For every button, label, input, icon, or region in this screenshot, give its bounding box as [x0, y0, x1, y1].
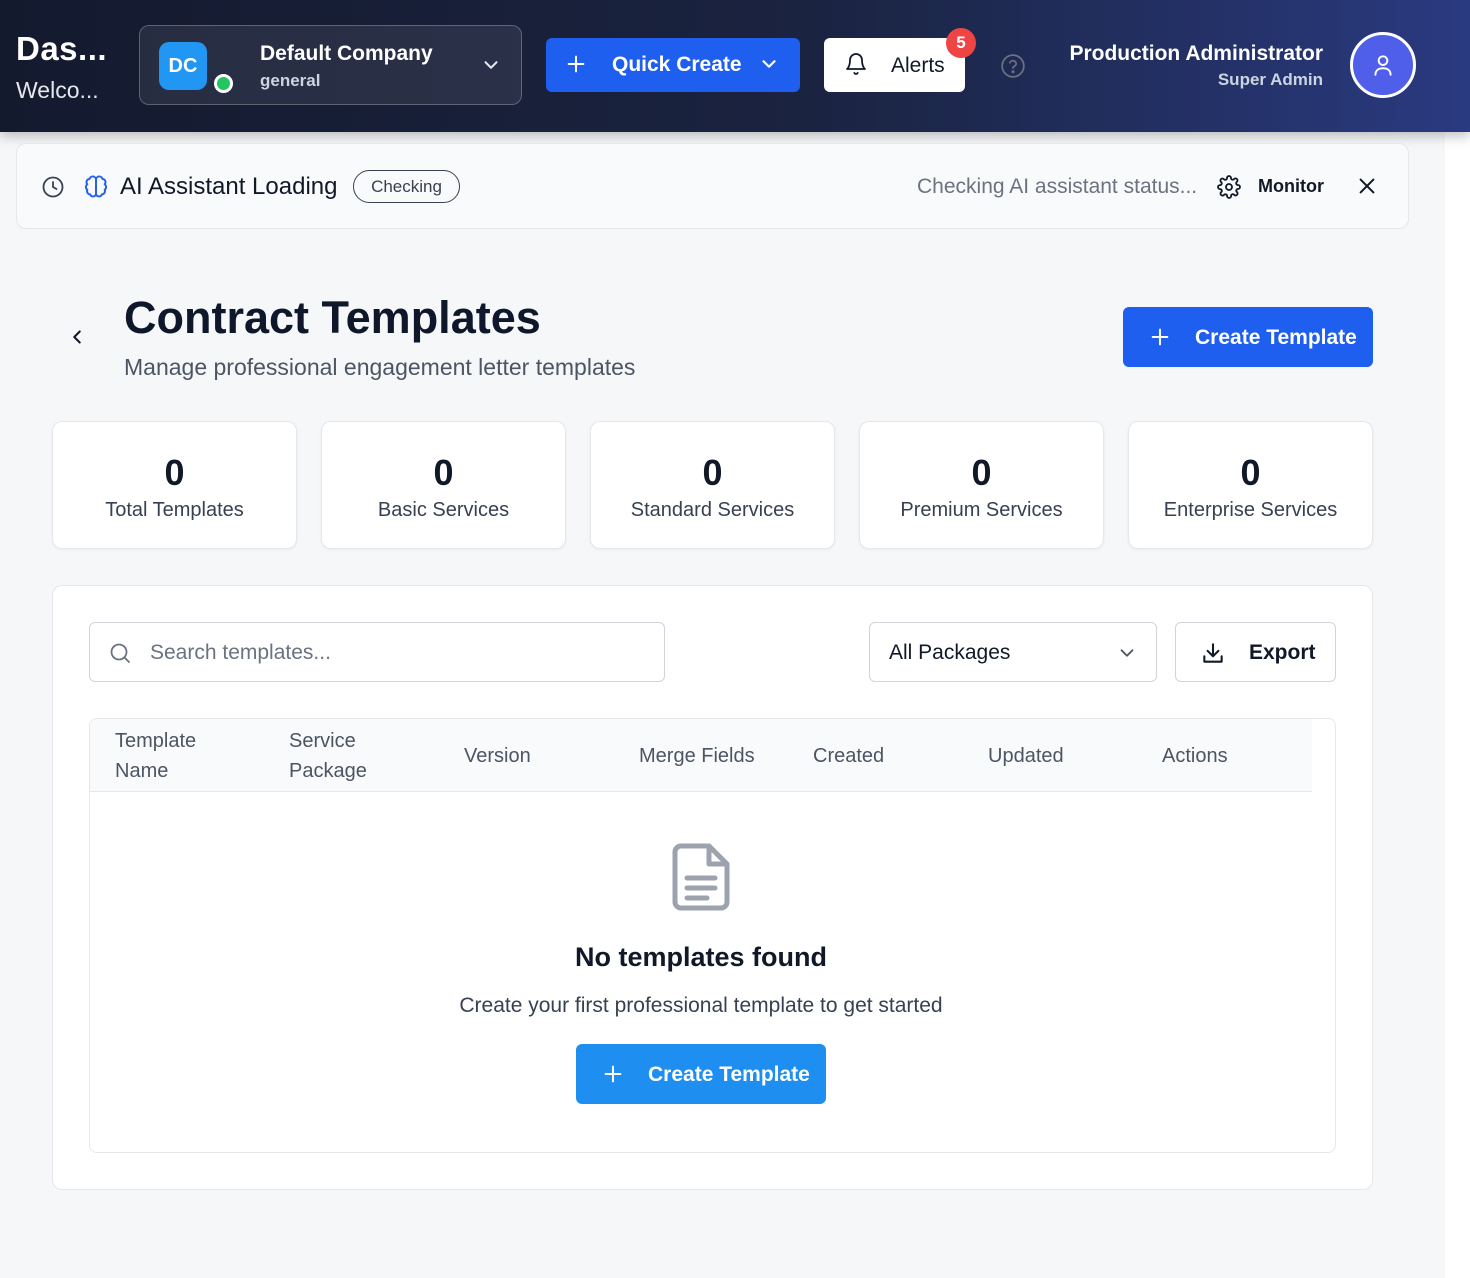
- ai-status-bar: AI Assistant Loading Checking Checking A…: [16, 143, 1409, 229]
- stat-card-standard: 0 Standard Services: [590, 421, 835, 549]
- ai-status-message: Checking AI assistant status...: [917, 175, 1198, 198]
- column-header-text: Package: [289, 760, 367, 782]
- user-name: Production Administrator: [1069, 42, 1323, 65]
- stat-label: Total Templates: [105, 499, 244, 521]
- clock-icon: [42, 176, 64, 198]
- package-filter-select[interactable]: All Packages: [869, 622, 1157, 682]
- stat-label: Standard Services: [630, 499, 795, 521]
- chevron-down-icon: [1120, 649, 1134, 657]
- export-label: Export: [1249, 641, 1316, 664]
- top-header: Das... Welco... DC Default Company gener…: [0, 0, 1470, 132]
- alerts-button[interactable]: Alerts: [824, 38, 965, 92]
- column-header-version[interactable]: Version: [464, 741, 531, 771]
- chevron-down-icon: [762, 60, 776, 68]
- user-icon: [1374, 55, 1392, 76]
- create-template-empty-label: Create Template: [648, 1063, 810, 1086]
- stat-value: 0: [702, 452, 723, 493]
- table-header: Template Name Service Package Version Me…: [90, 719, 1312, 792]
- search-input[interactable]: [150, 635, 650, 671]
- column-header-merge-fields[interactable]: Merge Fields: [639, 741, 755, 771]
- close-icon[interactable]: [1356, 175, 1378, 197]
- brain-icon: [84, 175, 108, 198]
- document-icon: [672, 843, 730, 911]
- create-template-button[interactable]: Create Template: [1123, 307, 1373, 367]
- export-button[interactable]: Export: [1175, 622, 1336, 682]
- header-subtitle: Welco...: [16, 77, 99, 103]
- stat-label: Basic Services: [377, 499, 510, 521]
- stat-value: 0: [971, 452, 992, 493]
- page-title: Contract Templates: [124, 292, 541, 343]
- scrollbar-track[interactable]: [1445, 132, 1470, 1278]
- column-header-actions: Actions: [1162, 745, 1228, 767]
- stat-label: Enterprise Services: [1163, 499, 1338, 521]
- empty-state-title: No templates found: [574, 942, 827, 972]
- search-icon: [110, 643, 130, 663]
- help-icon[interactable]: [1000, 53, 1026, 79]
- empty-state-message: Create your first professional template …: [459, 994, 943, 1017]
- stat-card-enterprise: 0 Enterprise Services: [1128, 421, 1373, 549]
- company-name: Default Company: [260, 42, 433, 65]
- monitor-button[interactable]: Monitor: [1258, 176, 1324, 197]
- create-template-empty-button[interactable]: Create Template: [576, 1044, 826, 1104]
- column-header-text: Template: [115, 730, 197, 752]
- user-avatar[interactable]: [1350, 32, 1416, 98]
- search-field[interactable]: [89, 622, 665, 682]
- plus-icon: [567, 55, 585, 73]
- download-icon: [1203, 643, 1223, 663]
- plus-icon: [604, 1065, 622, 1083]
- company-avatar: DC: [159, 42, 207, 90]
- column-header-updated[interactable]: Updated: [988, 741, 1064, 771]
- company-switcher[interactable]: DC Default Company general: [139, 25, 522, 105]
- online-status-dot: [214, 74, 233, 93]
- alerts-label: Alerts: [891, 54, 945, 77]
- page-subtitle: Manage professional engagement letter te…: [124, 354, 636, 380]
- user-role: Super Admin: [1217, 70, 1323, 89]
- column-header-text: Name: [115, 760, 169, 782]
- ai-status-title: AI Assistant Loading: [120, 173, 338, 200]
- stat-value: 0: [1240, 452, 1261, 493]
- plus-icon: [1151, 328, 1169, 346]
- chevron-down-icon: [484, 61, 498, 69]
- stat-card-basic: 0 Basic Services: [321, 421, 566, 549]
- header-title: Das...: [16, 30, 108, 67]
- bell-icon: [846, 53, 866, 75]
- gear-icon[interactable]: [1217, 175, 1241, 199]
- stat-value: 0: [433, 452, 454, 493]
- back-chevron-icon[interactable]: [66, 326, 88, 348]
- stat-card-premium: 0 Premium Services: [859, 421, 1104, 549]
- package-filter-value: All Packages: [889, 641, 1011, 664]
- company-type: general: [260, 71, 321, 90]
- column-header-created[interactable]: Created: [813, 741, 884, 771]
- quick-create-label: Quick Create: [612, 53, 742, 76]
- quick-create-button[interactable]: Quick Create: [546, 38, 800, 92]
- create-template-label: Create Template: [1195, 326, 1357, 349]
- column-header-service-package[interactable]: Service Package: [289, 726, 367, 786]
- column-header-template-name[interactable]: Template Name: [115, 726, 196, 786]
- column-header-text: Service: [289, 730, 356, 752]
- alerts-count-badge: 5: [946, 28, 976, 58]
- ai-status-pill: Checking: [353, 170, 460, 203]
- stat-card-total: 0 Total Templates: [52, 421, 297, 549]
- stat-value: 0: [164, 452, 185, 493]
- stat-label: Premium Services: [900, 499, 1063, 521]
